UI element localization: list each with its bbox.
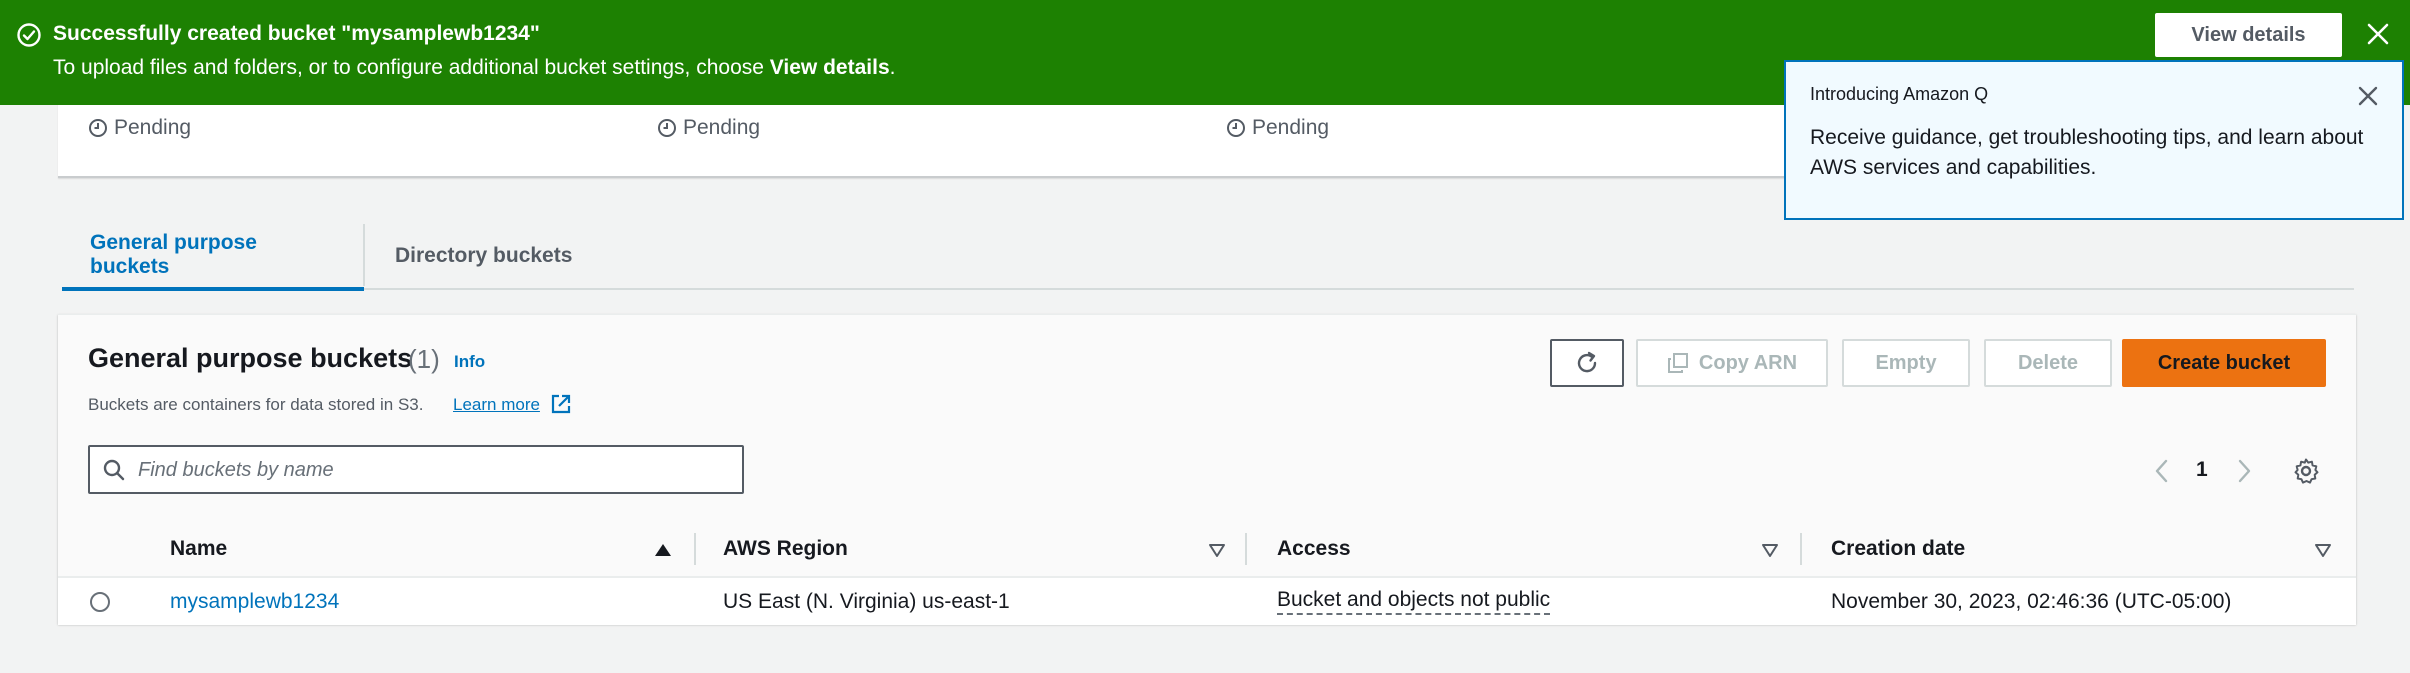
bucket-region: US East (N. Virginia) us-east-1 xyxy=(723,589,1010,613)
popover-pre-title: Introducing Amazon Q xyxy=(1810,84,1989,104)
bucket-creation-date: November 30, 2023, 02:46:36 (UTC-05:00) xyxy=(1831,589,2232,613)
status-pending-1: Pending xyxy=(88,116,191,140)
delete-button[interactable]: Delete xyxy=(1984,339,2112,387)
tab-directory-buckets[interactable]: Directory buckets xyxy=(365,222,602,290)
chevron-right-icon[interactable] xyxy=(2232,457,2256,485)
search-icon xyxy=(103,459,125,481)
learn-more-link[interactable]: Learn more xyxy=(453,395,540,415)
chevron-left-icon[interactable] xyxy=(2150,457,2174,485)
empty-button[interactable]: Empty xyxy=(1842,339,1970,387)
table-header: Name AWS Region Access Creation date xyxy=(58,520,2356,578)
page-number[interactable]: 1 xyxy=(2196,458,2208,482)
external-link-icon[interactable] xyxy=(550,393,572,415)
bucket-count: (1) xyxy=(408,344,440,374)
panel-title: General purpose buckets xyxy=(88,343,413,373)
status-pending-label: Pending xyxy=(1252,116,1330,139)
create-bucket-button[interactable]: Create bucket xyxy=(2122,339,2326,387)
column-header-creation-date[interactable]: Creation date xyxy=(1831,520,1965,578)
clock-icon xyxy=(89,119,107,137)
clock-icon xyxy=(1227,119,1245,137)
popover-close-icon[interactable] xyxy=(2354,82,2382,110)
status-pending-label: Pending xyxy=(114,116,192,139)
column-separator xyxy=(1245,533,1247,565)
flash-title: Successfully created bucket "mysamplewb1… xyxy=(53,22,540,45)
search-input[interactable] xyxy=(136,453,726,487)
column-separator xyxy=(1800,533,1802,565)
row-select-radio[interactable] xyxy=(90,592,110,612)
flash-message-period: . xyxy=(889,56,896,79)
popover-body: Receive guidance, get troubleshooting ti… xyxy=(1810,126,2364,179)
status-pending-label: Pending xyxy=(683,116,761,139)
bucket-access[interactable]: Bucket and objects not public xyxy=(1277,578,1551,625)
bucket-name-link[interactable]: mysamplewb1234 xyxy=(170,578,339,625)
table-row: mysamplewb1234 US East (N. Virginia) us-… xyxy=(58,578,2356,625)
clock-icon xyxy=(658,119,676,137)
copy-arn-label: Copy ARN xyxy=(1698,351,1798,374)
copy-icon xyxy=(1667,353,1688,373)
success-check-icon xyxy=(17,23,41,47)
buckets-panel: General purpose buckets (1) Info Buckets… xyxy=(58,314,2356,625)
flash-message: To upload files and folders, or to confi… xyxy=(53,56,895,80)
sort-icon[interactable] xyxy=(1208,542,1226,558)
status-pending-2: Pending xyxy=(657,116,760,140)
status-pending-3: Pending xyxy=(1226,116,1329,140)
sort-icon[interactable] xyxy=(2314,542,2332,558)
bucket-search[interactable] xyxy=(88,445,744,494)
flash-message-text: To upload files and folders, or to confi… xyxy=(53,56,770,79)
column-header-access[interactable]: Access xyxy=(1277,520,1351,578)
bucket-type-tabs: General purpose buckets Directory bucket… xyxy=(62,222,2354,291)
view-details-button[interactable]: View details xyxy=(2155,13,2342,57)
flash-message-emphasis: View details xyxy=(769,56,890,79)
refresh-button[interactable] xyxy=(1550,339,1624,387)
panel-header: General purpose buckets (1) Info Buckets… xyxy=(58,315,2356,520)
tab-general-purpose-buckets[interactable]: General purpose buckets xyxy=(62,222,364,291)
sort-icon[interactable] xyxy=(1761,542,1779,558)
column-header-region[interactable]: AWS Region xyxy=(723,520,848,578)
refresh-icon xyxy=(1577,351,1597,373)
gear-icon[interactable] xyxy=(2292,457,2320,485)
sort-ascending-icon[interactable] xyxy=(654,542,672,558)
column-header-name[interactable]: Name xyxy=(170,520,227,578)
amazon-q-popover: Introducing Amazon Q Receive guidance, g… xyxy=(1784,60,2404,220)
info-link[interactable]: Info xyxy=(454,352,485,372)
flash-close-icon[interactable] xyxy=(2364,20,2392,48)
bucket-access-label: Bucket and objects not public xyxy=(1277,588,1551,615)
copy-arn-button[interactable]: Copy ARN xyxy=(1636,339,1828,387)
column-separator xyxy=(694,533,696,565)
panel-description: Buckets are containers for data stored i… xyxy=(88,395,424,414)
